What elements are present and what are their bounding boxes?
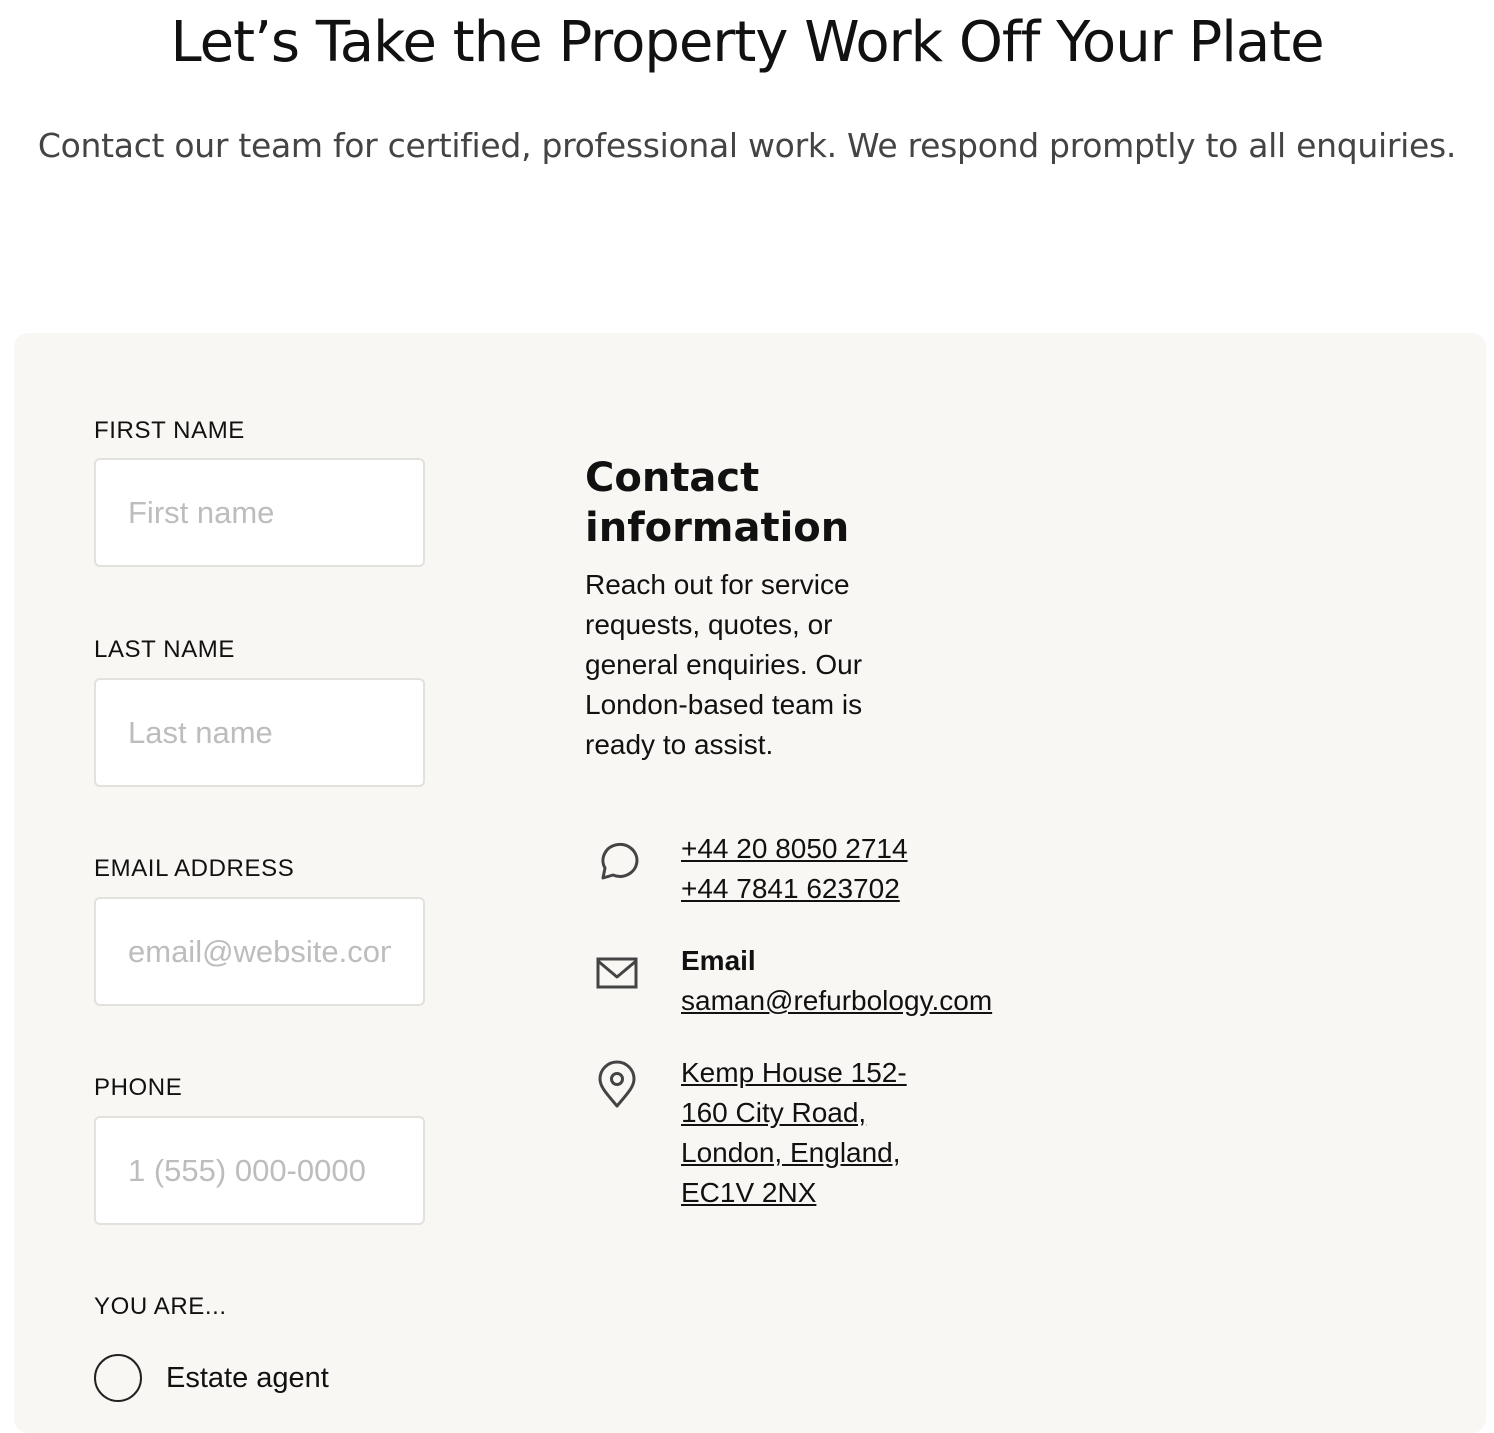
you-are-label: YOU ARE...: [94, 1293, 227, 1320]
phone-block: +44 20 8050 2714 +44 7841 623702: [681, 829, 908, 909]
map-pin-icon: [595, 1060, 639, 1108]
contact-heading: Contact information: [585, 455, 850, 551]
chat-bubble-icon: [595, 838, 639, 886]
email-link[interactable]: saman@refurbology.com: [681, 981, 992, 1021]
radio-button[interactable]: [94, 1354, 142, 1402]
address-block: Kemp House 152-160 City Road, London, En…: [681, 1053, 921, 1213]
first-name-label: FIRST NAME: [94, 417, 245, 444]
radio-estate-agent[interactable]: Estate agent: [94, 1354, 329, 1402]
contact-description: Reach out for service requests, quotes, …: [585, 569, 863, 760]
address-link[interactable]: Kemp House 152-160 City Road, London, En…: [681, 1053, 921, 1213]
phone-label: PHONE: [94, 1074, 183, 1101]
email-label: EMAIL ADDRESS: [94, 855, 295, 882]
phone-link-1[interactable]: +44 20 8050 2714: [681, 829, 908, 869]
phone-input[interactable]: [94, 1116, 425, 1225]
last-name-label: LAST NAME: [94, 636, 235, 663]
email-block: Email saman@refurbology.com: [681, 941, 992, 1021]
first-name-input[interactable]: [94, 458, 425, 567]
radio-label: Estate agent: [166, 1361, 329, 1394]
email-heading: Email: [681, 945, 756, 976]
phone-link-2[interactable]: +44 7841 623702: [681, 869, 908, 909]
email-input[interactable]: [94, 897, 425, 1006]
last-name-input[interactable]: [94, 678, 425, 787]
page-title: Let’s Take the Property Work Off Your Pl…: [170, 10, 1324, 75]
envelope-icon: [595, 952, 639, 1000]
page-subtitle: Contact our team for certified, professi…: [37, 126, 1457, 165]
